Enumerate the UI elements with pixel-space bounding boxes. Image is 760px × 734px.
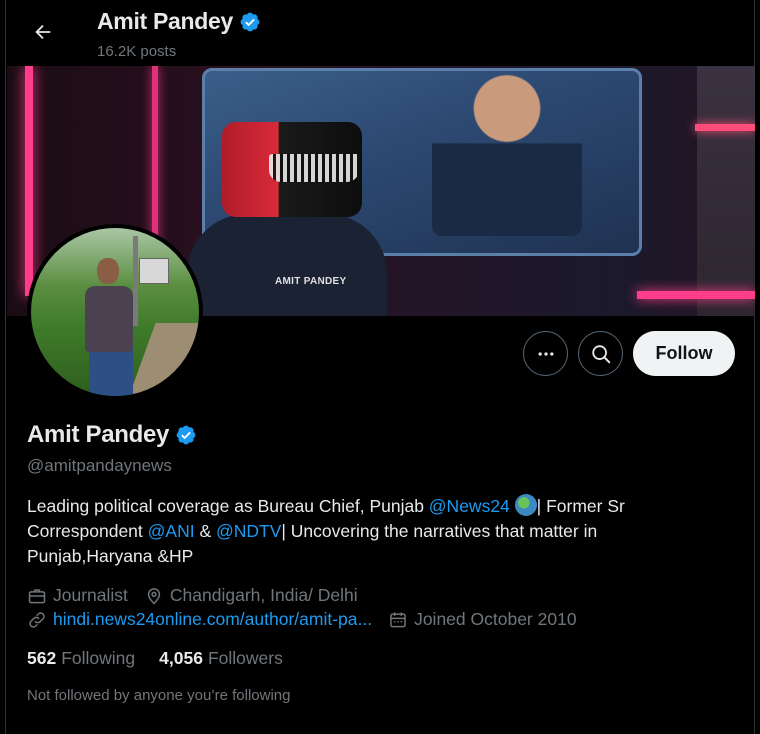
bio-mention-news24[interactable]: @News24: [429, 496, 510, 516]
profile-handle: @amitpandaynews: [27, 456, 172, 475]
calendar-icon: [390, 612, 406, 627]
banner-robot-glasses: [269, 154, 359, 182]
location-icon: [147, 587, 161, 605]
back-button[interactable]: [25, 14, 61, 50]
link-icon: [29, 611, 45, 628]
avatar-path: [126, 323, 199, 396]
banner-robot-body: [187, 214, 387, 316]
profile-meta-row: Journalist Chandigarh, India/ Delhi: [27, 585, 374, 606]
banner-anchor-figure: [432, 66, 582, 236]
header-name: Amit Pandey: [97, 8, 234, 34]
bio-text: &: [194, 521, 216, 541]
profession-label: Journalist: [53, 585, 128, 605]
header-name-row: Amit Pandey: [97, 8, 261, 35]
search-profile-button[interactable]: [578, 331, 623, 376]
banner-neon-light: [25, 66, 33, 296]
profile-profession: Journalist: [27, 585, 128, 606]
banner-robot-label: AMIT PANDEY: [275, 276, 347, 287]
avatar-person-head: [97, 258, 119, 284]
more-icon: [538, 351, 553, 356]
profile-location: Chandigarh, India/ Delhi: [144, 585, 358, 606]
globe-emoji-icon: [514, 494, 537, 516]
profile-bio: Leading political coverage as Bureau Chi…: [27, 494, 727, 569]
avatar-person-shirt: [85, 286, 133, 352]
arrow-left-icon: [35, 24, 51, 40]
briefcase-icon: [28, 588, 46, 603]
bio-mention-ani[interactable]: @ANI: [148, 521, 195, 541]
more-button[interactable]: [523, 331, 568, 376]
banner-side-room: [697, 66, 755, 316]
profile-name: Amit Pandey: [27, 421, 170, 448]
profile-header-bar: Amit Pandey 16.2K posts: [7, 0, 753, 66]
banner-neon-light: [637, 291, 755, 299]
not-followed-notice: Not followed by anyone you’re following: [27, 687, 291, 704]
profile-website[interactable]: hindi.news24online.com/author/amit-pa...: [27, 609, 372, 630]
joined-label: Joined October 2010: [414, 609, 577, 629]
profile-meta-row: hindi.news24online.com/author/amit-pa...…: [27, 609, 593, 630]
avatar-person-jeans: [89, 348, 133, 396]
following-label: Following: [61, 648, 136, 668]
verified-badge-icon[interactable]: [175, 424, 197, 446]
profile-joined: Joined October 2010: [388, 609, 577, 630]
banner-neon-light: [695, 124, 755, 131]
profile-name-row: Amit Pandey: [27, 421, 197, 449]
bio-text: Leading political coverage as Bureau Chi…: [27, 496, 429, 516]
website-link[interactable]: hindi.news24online.com/author/amit-pa...: [53, 609, 372, 630]
avatar-sign: [139, 258, 169, 284]
bio-mention-ndtv[interactable]: @NDTV: [216, 521, 281, 541]
profile-stats: 562 Following 4,056 Followers: [27, 648, 283, 669]
search-icon: [591, 344, 610, 363]
window-frame-left: [0, 0, 6, 734]
following-count: 562: [27, 648, 57, 668]
followers-count: 4,056: [159, 648, 203, 668]
followers-label: Followers: [207, 648, 283, 668]
following-link[interactable]: 562 Following: [27, 648, 135, 669]
followers-link[interactable]: 4,056 Followers: [159, 648, 283, 669]
profile-avatar[interactable]: [27, 224, 203, 400]
location-label: Chandigarh, India/ Delhi: [169, 585, 358, 605]
follow-button[interactable]: Follow: [633, 331, 735, 376]
avatar-pole: [133, 236, 138, 326]
verified-badge-icon: [240, 12, 260, 31]
header-post-count: 16.2K posts: [97, 43, 177, 60]
